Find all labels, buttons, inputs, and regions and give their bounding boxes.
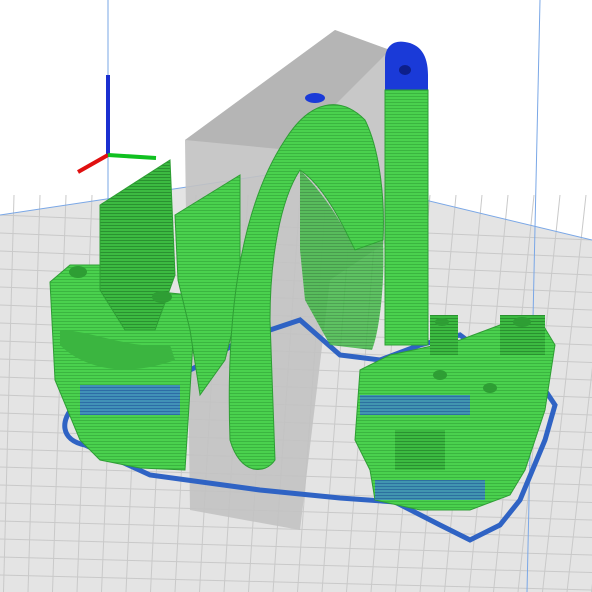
tall-post-part[interactable] — [384, 41, 429, 346]
layer-view-scene[interactable] — [0, 0, 592, 592]
3d-viewport[interactable] — [0, 0, 592, 592]
x-axis-line — [77, 153, 109, 174]
y-axis-line — [107, 153, 157, 160]
axis-indicator — [77, 75, 157, 174]
